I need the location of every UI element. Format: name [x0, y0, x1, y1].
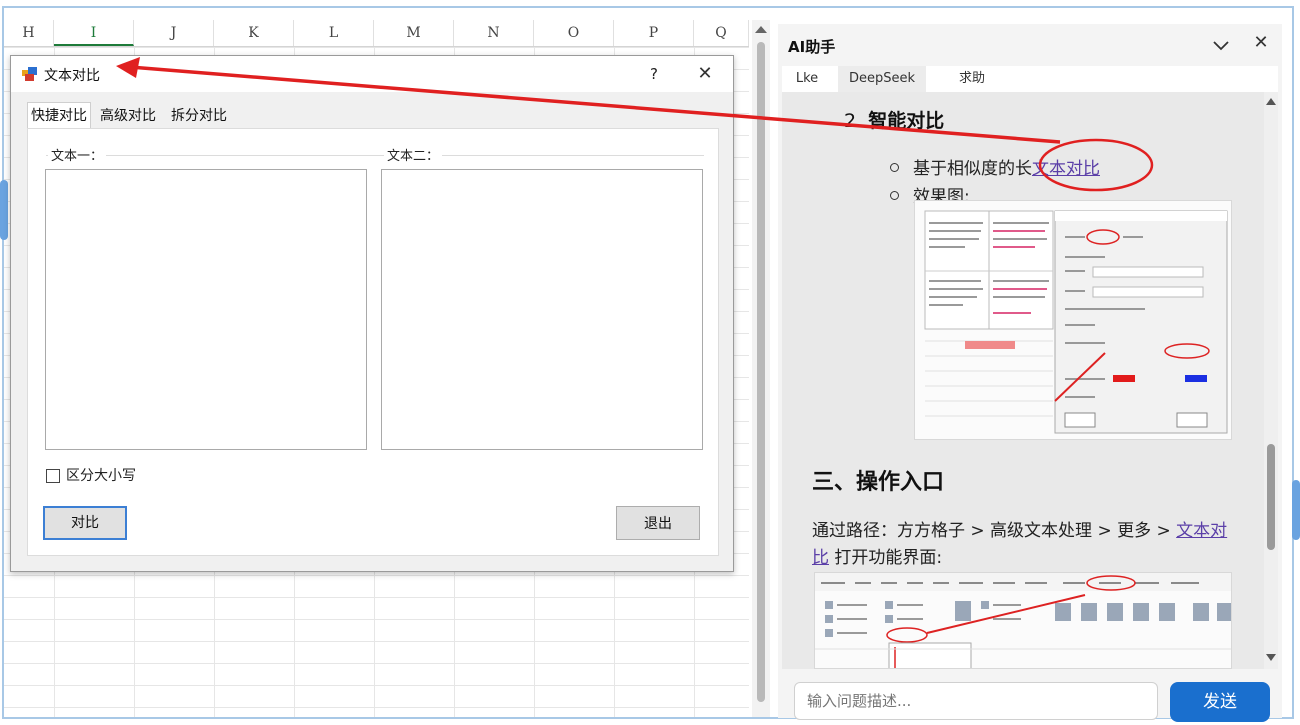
scroll-thumb[interactable]	[757, 42, 765, 702]
column-header-m[interactable]: M	[374, 20, 454, 46]
ribbon-screenshot-image	[814, 572, 1232, 669]
chevron-down-icon[interactable]	[1210, 34, 1232, 56]
ai-input-area: 发送	[782, 670, 1278, 722]
heading-text: 智能对比	[868, 110, 945, 132]
grid-row-line	[4, 641, 749, 642]
question-input[interactable]	[794, 682, 1158, 720]
bullet1-text: 基于相似度的长	[913, 159, 1032, 179]
tab-split-compare[interactable]: 拆分对比	[168, 104, 236, 128]
send-button[interactable]: 发送	[1170, 682, 1270, 722]
column-header-n[interactable]: N	[454, 20, 534, 46]
case-sensitive-label: 区分大小写	[66, 468, 136, 484]
text2-label: 文本二：	[384, 145, 443, 164]
tab-lke[interactable]: Lke	[782, 66, 832, 92]
edge-marker-right	[1292, 480, 1300, 540]
tab-deepseek[interactable]: DeepSeek	[838, 66, 926, 92]
tab-quick-compare[interactable]: 快捷对比	[27, 102, 91, 128]
scroll-up-arrow-icon[interactable]	[755, 26, 767, 33]
ai-panel-tabs: Lke DeepSeek 求助	[782, 66, 1278, 92]
effect-screenshot-image	[914, 200, 1232, 440]
ai-panel-title: AI助手	[788, 38, 836, 56]
compare-button[interactable]: 对比	[43, 506, 127, 540]
grid-row-line	[4, 619, 749, 620]
heading-number: 2.	[844, 110, 863, 132]
ai-panel-header: AI助手 ✕	[778, 24, 1282, 64]
case-sensitive-checkbox[interactable]	[46, 469, 60, 483]
column-header-q[interactable]: Q	[694, 20, 749, 46]
ai-panel-scrollbar[interactable]	[1264, 92, 1278, 669]
column-header-i[interactable]: I	[54, 20, 134, 46]
bullet-circle-icon	[890, 190, 899, 200]
column-header-p[interactable]: P	[614, 20, 694, 46]
scroll-up-arrow-icon[interactable]	[1266, 98, 1276, 105]
grid-row-line	[4, 707, 749, 708]
column-header-j[interactable]: J	[134, 20, 214, 46]
sheet-vertical-scrollbar[interactable]	[752, 20, 770, 717]
grid-row-line	[4, 47, 749, 48]
bullet-similarity: 基于相似度的长文本对比	[890, 154, 1100, 179]
text-compare-link[interactable]: 文本对比	[1032, 159, 1100, 179]
text-compare-dialog: 文本对比 ? ✕ 快捷对比 高级对比 拆分对比 文本一： 文本二： 区分大小写 …	[10, 55, 734, 572]
entry-path-paragraph: 通过路径：方方格子 > 高级文本处理 > 更多 > 文本对比 打开功能界面:	[812, 518, 1232, 572]
column-header-l[interactable]: L	[294, 20, 374, 46]
dialog-close-button[interactable]: ✕	[693, 62, 717, 86]
scroll-down-arrow-icon[interactable]	[1266, 654, 1276, 661]
path-suffix: 打开功能界面:	[829, 548, 943, 568]
ai-assistant-panel: AI助手 ✕ Lke DeepSeek 求助 2. 智能对比 基于相似度的长文本…	[778, 24, 1282, 722]
column-header-row: H I J K L M N O P Q	[4, 20, 749, 47]
grid-row-line	[4, 685, 749, 686]
bullet-circle-icon	[890, 162, 899, 172]
dialog-titlebar[interactable]: 文本对比 ? ✕	[11, 56, 733, 92]
text1-label: 文本一：	[48, 145, 107, 164]
column-header-k[interactable]: K	[214, 20, 294, 46]
edge-marker	[0, 180, 8, 240]
grid-row-line	[4, 663, 749, 664]
section-heading-smart-compare: 2. 智能对比	[844, 106, 944, 133]
grid-row-line	[4, 575, 749, 576]
tab-help[interactable]: 求助	[942, 66, 1002, 92]
help-button[interactable]: ?	[642, 63, 666, 85]
ribbon-screenshot-drawing	[815, 573, 1231, 668]
tab-advanced-compare[interactable]: 高级对比	[97, 104, 165, 128]
section-title-entry: 三、操作入口	[812, 470, 945, 495]
column-header-o[interactable]: O	[534, 20, 614, 46]
text1-input[interactable]	[45, 169, 367, 450]
exit-button[interactable]: 退出	[616, 506, 700, 540]
column-header-h[interactable]: H	[4, 20, 54, 46]
app-icon	[22, 67, 37, 81]
effect-screenshot-drawing	[915, 201, 1231, 439]
ai-scroll-thumb[interactable]	[1267, 444, 1275, 550]
grid-row-line	[4, 597, 749, 598]
ai-panel-close-button[interactable]: ✕	[1250, 32, 1272, 54]
ai-response-content: 2. 智能对比 基于相似度的长文本对比 效果图: 三、操作入口 通过路径：方方格…	[782, 92, 1268, 669]
dialog-title: 文本对比	[44, 68, 100, 84]
path-prefix: 通过路径：方方格子 > 高级文本处理 > 更多 >	[812, 521, 1177, 541]
text2-input[interactable]	[381, 169, 703, 450]
quick-compare-panel: 文本一： 文本二：	[27, 128, 719, 556]
